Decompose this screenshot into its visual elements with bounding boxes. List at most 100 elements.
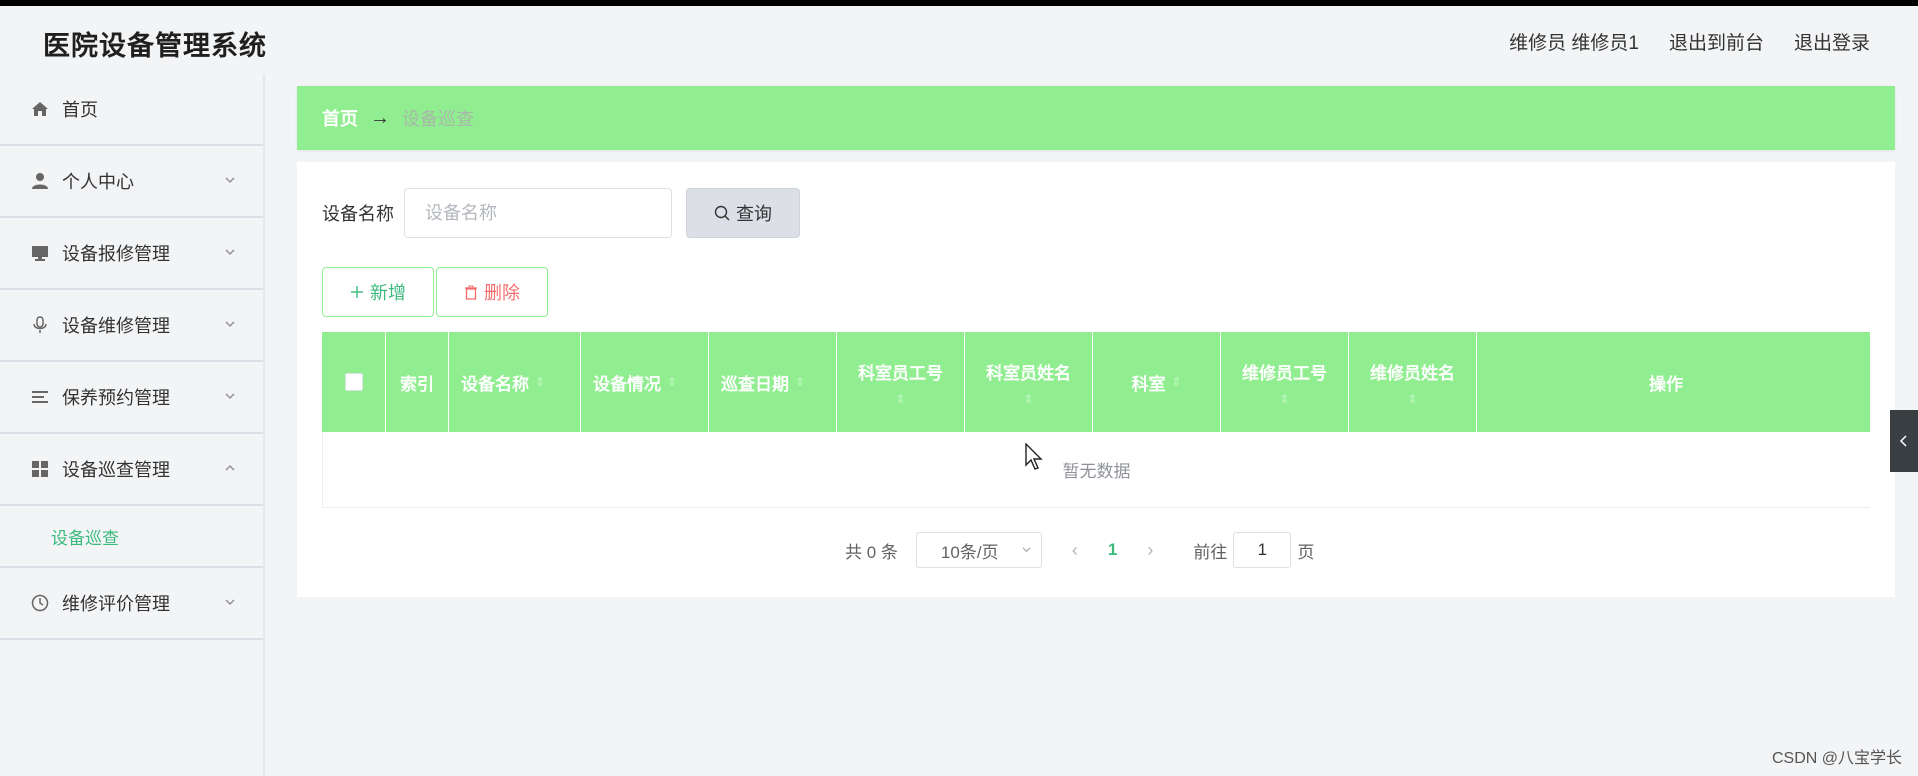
sidebar-item-label: 保养预约管理 xyxy=(62,388,170,408)
sidebar: 首页 个人中心 设备报修管理 设备维修管理 保养预约管理 设备巡查管理 设备巡查… xyxy=(0,74,265,776)
sort-icon: ⇕ xyxy=(1279,391,1290,406)
breadcrumb: 首页 → 设备巡查 xyxy=(297,86,1895,150)
home-icon xyxy=(30,99,50,119)
delete-button[interactable]: 删除 xyxy=(436,267,548,317)
sidebar-item-label: 维修评价管理 xyxy=(62,594,170,614)
user-icon xyxy=(30,171,50,191)
exit-to-front-link[interactable]: 退出到前台 xyxy=(1669,28,1764,55)
column-label: 设备情况 xyxy=(593,374,661,394)
pagination: 共 0 条 10条/页 ‹ 1 › 前往 页 xyxy=(845,532,1314,568)
sort-icon: ⇕ xyxy=(535,375,546,389)
search-bar: 设备名称 查询 xyxy=(322,188,800,238)
sidebar-item-home[interactable]: 首页 xyxy=(0,74,263,146)
goto-suffix: 页 xyxy=(1297,542,1315,562)
chevron-up-icon xyxy=(225,465,235,471)
chevron-down-icon xyxy=(225,599,235,605)
page-number-current[interactable]: 1 xyxy=(1108,540,1117,560)
microphone-icon xyxy=(30,315,50,335)
col-header-operations: 操作 xyxy=(1477,332,1855,432)
sort-icon: ⇕ xyxy=(895,391,906,406)
chevron-down-icon xyxy=(225,249,235,255)
sidebar-item-label: 设备报修管理 xyxy=(62,244,170,264)
col-header-repairer-id[interactable]: 维修员工号 ⇕ xyxy=(1221,332,1349,432)
search-label: 设备名称 xyxy=(322,204,394,224)
search-icon xyxy=(714,205,730,221)
breadcrumb-current: 设备巡查 xyxy=(402,109,474,129)
chevron-down-icon xyxy=(225,321,235,327)
chevron-left-icon xyxy=(1899,435,1907,447)
sidebar-item-maintenance[interactable]: 设备维修管理 xyxy=(0,290,263,362)
grid-icon xyxy=(30,459,50,479)
data-table: 索引 设备名称 ⇕ 设备情况 ⇕ 巡查日期 ⇕ 科室员工号 ⇕ 科室员姓名 ⇕ xyxy=(322,332,1870,508)
sidebar-item-inspection[interactable]: 设备巡查管理 xyxy=(0,434,263,506)
add-button[interactable]: 新增 xyxy=(322,267,434,317)
clock-icon xyxy=(30,593,50,613)
prev-page-button[interactable]: ‹ xyxy=(1060,540,1090,561)
column-label: 巡查日期 xyxy=(721,374,789,394)
column-label: 科室员姓名 xyxy=(986,363,1071,383)
sort-icon: ⇕ xyxy=(1171,375,1182,389)
sidebar-item-repair-evaluation[interactable]: 维修评价管理 xyxy=(0,568,263,640)
goto-label: 前往 xyxy=(1193,542,1228,562)
chevron-down-icon xyxy=(1022,547,1031,553)
sidebar-item-label: 个人中心 xyxy=(62,172,134,192)
column-label: 设备名称 xyxy=(461,374,529,394)
breadcrumb-arrow: → xyxy=(370,106,390,129)
chevron-down-icon xyxy=(225,393,235,399)
column-label: 科室 xyxy=(1131,374,1166,394)
header: 医院设备管理系统 维修员 维修员1 退出到前台 退出登录 xyxy=(0,6,1918,74)
trash-icon xyxy=(465,285,477,300)
current-user: 维修员 维修员1 xyxy=(1509,33,1639,54)
mouse-cursor-icon xyxy=(1025,443,1043,470)
logout-link[interactable]: 退出登录 xyxy=(1794,28,1870,55)
page-size-value: 10条/页 xyxy=(940,542,999,562)
col-header-inspection-date[interactable]: 巡查日期 ⇕ xyxy=(709,332,837,432)
column-label: 维修员姓名 xyxy=(1370,363,1455,383)
goto-page-input[interactable] xyxy=(1233,532,1292,568)
sort-icon: ⇕ xyxy=(1023,391,1034,406)
next-page-button[interactable]: › xyxy=(1135,540,1165,561)
sort-icon: ⇕ xyxy=(667,375,678,389)
select-all-cell xyxy=(322,332,386,432)
pagination-total: 共 0 条 xyxy=(845,542,898,562)
page-size-select[interactable]: 10条/页 xyxy=(915,532,1042,568)
plus-icon xyxy=(351,286,363,298)
col-header-dept-staff-id[interactable]: 科室员工号 ⇕ xyxy=(837,332,965,432)
action-buttons: 新增 删除 xyxy=(322,267,548,317)
col-header-dept-staff-name[interactable]: 科室员姓名 ⇕ xyxy=(965,332,1093,432)
column-label: 维修员工号 xyxy=(1242,363,1327,383)
chevron-down-icon xyxy=(225,177,235,183)
delete-button-label: 删除 xyxy=(484,283,520,303)
breadcrumb-home[interactable]: 首页 xyxy=(322,105,358,131)
table-empty-state: 暂无数据 xyxy=(322,432,1870,508)
sidebar-item-personal-center[interactable]: 个人中心 xyxy=(0,146,263,218)
main-content: 首页 → 设备巡查 设备名称 查询 新增 删除 xyxy=(297,86,1895,597)
table-header: 索引 设备名称 ⇕ 设备情况 ⇕ 巡查日期 ⇕ 科室员工号 ⇕ 科室员姓名 ⇕ xyxy=(322,332,1870,432)
watermark: CSDN @八宝学长 xyxy=(1771,750,1902,767)
col-header-repairer-name[interactable]: 维修员姓名 ⇕ xyxy=(1349,332,1477,432)
column-label: 索引 xyxy=(400,374,434,394)
sidebar-item-label: 首页 xyxy=(62,100,98,120)
device-name-input[interactable] xyxy=(404,188,672,238)
column-label: 科室员工号 xyxy=(858,363,943,383)
query-button-label: 查询 xyxy=(736,204,772,224)
content-panel: 设备名称 查询 新增 删除 索引 xyxy=(297,162,1895,597)
app-title: 医院设备管理系统 xyxy=(43,31,267,61)
add-button-label: 新增 xyxy=(370,283,406,303)
sidebar-item-upkeep-booking[interactable]: 保养预约管理 xyxy=(0,362,263,434)
sort-icon: ⇕ xyxy=(1407,391,1418,406)
header-actions: 维修员 维修员1 退出到前台 退出登录 xyxy=(1509,28,1870,55)
sort-icon: ⇕ xyxy=(795,375,806,389)
select-all-checkbox[interactable] xyxy=(344,373,363,391)
sidebar-item-repair-report[interactable]: 设备报修管理 xyxy=(0,218,263,290)
monitor-icon xyxy=(30,243,50,263)
list-icon xyxy=(30,387,50,407)
query-button[interactable]: 查询 xyxy=(686,188,800,238)
col-header-device-name[interactable]: 设备名称 ⇕ xyxy=(449,332,581,432)
col-header-index: 索引 xyxy=(386,332,449,432)
collapse-panel-button[interactable] xyxy=(1890,410,1918,472)
col-header-department[interactable]: 科室 ⇕ xyxy=(1093,332,1221,432)
col-header-device-status[interactable]: 设备情况 ⇕ xyxy=(581,332,709,432)
sidebar-subitem-inspection[interactable]: 设备巡查 xyxy=(0,506,263,568)
sidebar-item-label: 设备维修管理 xyxy=(62,316,170,336)
